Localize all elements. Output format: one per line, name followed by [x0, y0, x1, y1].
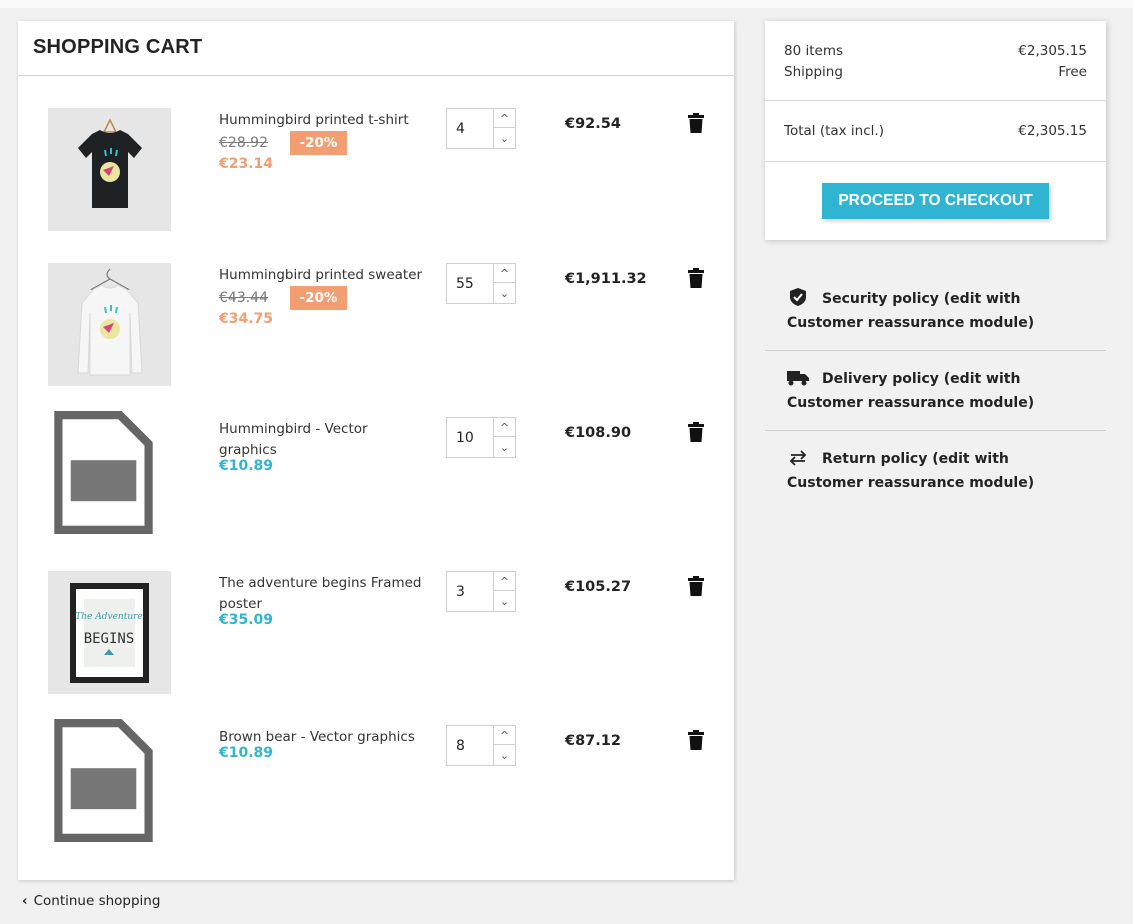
shield-check-icon: [790, 288, 806, 306]
chevron-down-icon: ⌄: [499, 748, 510, 762]
quantity-increase-button[interactable]: ^: [493, 726, 515, 745]
continue-shopping-label: Continue shopping: [33, 893, 161, 909]
regular-price: €43.44: [219, 290, 268, 306]
quantity-stepper: ^ ⌄: [446, 417, 516, 458]
reassurance-text: Security policy (edit with Customer reas…: [787, 291, 1035, 331]
quantity-input[interactable]: [447, 726, 493, 765]
cart-item: Hummingbird - Vector graphics €10.89 ^ ⌄…: [18, 411, 734, 567]
reassurance-item-return: Return policy (edit with Customer reassu…: [765, 431, 1106, 510]
product-image[interactable]: [48, 263, 171, 386]
cart-summary: 80 items €2,305.15 Shipping Free Total (…: [765, 21, 1106, 240]
quantity-decrease-button[interactable]: ⌄: [493, 745, 515, 765]
discount-badge: -20%: [290, 131, 347, 155]
price-row: €43.44 -20%: [219, 286, 347, 310]
cart-item: Brown bear - Vector graphics €10.89 ^ ⌄ …: [18, 719, 734, 875]
quantity-decrease-button[interactable]: ⌄: [493, 283, 515, 303]
quantity-input[interactable]: [447, 418, 493, 457]
quantity-increase-button[interactable]: ^: [493, 418, 515, 437]
price-row: €28.92 -20%: [219, 131, 347, 155]
line-total: €87.12: [565, 733, 621, 749]
quantity-stepper: ^ ⌄: [446, 108, 516, 149]
quantity-increase-button[interactable]: ^: [493, 264, 515, 283]
quantity-stepper: ^ ⌄: [446, 263, 516, 304]
quantity-input[interactable]: [447, 572, 493, 611]
discounted-price: €34.75: [219, 311, 274, 327]
shipping-value: Free: [1058, 64, 1087, 80]
line-total: €105.27: [565, 579, 632, 595]
chevron-up-icon: ^: [499, 111, 510, 125]
chevron-down-icon: ⌄: [499, 131, 510, 145]
file-icon: [54, 411, 153, 534]
product-image[interactable]: [48, 719, 171, 848]
total-row: Total (tax incl.) €2,305.15: [784, 121, 1087, 142]
product-name[interactable]: Hummingbird printed t-shirt: [219, 110, 424, 131]
line-total: €92.54: [565, 116, 621, 132]
items-subtotal: €2,305.15: [1018, 43, 1087, 59]
quantity-stepper: ^ ⌄: [446, 725, 516, 766]
product-name[interactable]: Hummingbird printed sweater: [219, 265, 424, 286]
product-image[interactable]: [48, 411, 171, 540]
discounted-price: €23.14: [219, 156, 274, 172]
regular-price: €28.92: [219, 135, 268, 151]
quantity-increase-button[interactable]: ^: [493, 572, 515, 591]
product-name[interactable]: The adventure begins Framed poster: [219, 573, 424, 615]
file-icon: [54, 719, 153, 842]
continue-shopping-link[interactable]: ‹ Continue shopping: [22, 893, 160, 909]
reassurance-text: Return policy (edit with Customer reassu…: [787, 451, 1035, 491]
reassurance-item-delivery: Delivery policy (edit with Customer reas…: [765, 351, 1106, 430]
cart-card: SHOPPING CART Hummingbird printed t-shir…: [18, 21, 734, 880]
quantity-increase-button[interactable]: ^: [493, 109, 515, 128]
quantity-stepper: ^ ⌄: [446, 571, 516, 612]
cart-item: Hummingbird printed t-shirt €28.92 -20% …: [18, 108, 734, 258]
total-label: Total (tax incl.): [784, 123, 884, 139]
cart-item: Hummingbird printed sweater €43.44 -20% …: [18, 263, 734, 413]
shipping-row: Shipping Free: [784, 62, 1087, 83]
summary-divider: [765, 161, 1106, 162]
svg-text:BEGINS: BEGINS: [84, 631, 135, 647]
trash-icon[interactable]: [688, 422, 704, 442]
items-count-label: 80 items: [784, 43, 844, 59]
total-value: €2,305.15: [1018, 123, 1087, 139]
swap-arrows-icon: [789, 450, 807, 466]
line-total: €108.90: [565, 425, 632, 441]
reassurance-text: Delivery policy (edit with Customer reas…: [787, 371, 1035, 411]
product-name[interactable]: Hummingbird - Vector graphics: [219, 419, 424, 461]
chevron-left-icon: ‹: [22, 893, 28, 909]
quantity-input[interactable]: [447, 264, 493, 303]
reassurance-item-security: Security policy (edit with Customer reas…: [765, 271, 1106, 350]
shipping-label: Shipping: [784, 64, 843, 80]
summary-divider: [765, 100, 1106, 101]
quantity-decrease-button[interactable]: ⌄: [493, 437, 515, 457]
chevron-up-icon: ^: [499, 420, 510, 434]
quantity-decrease-button[interactable]: ⌄: [493, 591, 515, 611]
trash-icon[interactable]: [688, 730, 704, 750]
line-total: €1,911.32: [565, 271, 647, 287]
truck-icon: [787, 371, 809, 386]
proceed-to-checkout-button[interactable]: PROCEED TO CHECKOUT: [822, 183, 1049, 219]
trash-icon[interactable]: [688, 113, 704, 133]
top-strip: [0, 0, 1133, 8]
chevron-up-icon: ^: [499, 266, 510, 280]
chevron-down-icon: ⌄: [499, 286, 510, 300]
quantity-decrease-button[interactable]: ⌄: [493, 128, 515, 148]
product-price: €10.89: [219, 745, 274, 761]
discount-badge: -20%: [290, 286, 347, 310]
chevron-up-icon: ^: [499, 574, 510, 588]
product-price: €35.09: [219, 612, 274, 628]
cart-item: The Adventure BEGINS The adventure begin…: [18, 571, 734, 721]
quantity-input[interactable]: [447, 109, 493, 148]
chevron-up-icon: ^: [499, 728, 510, 742]
trash-icon[interactable]: [688, 576, 704, 596]
svg-text:The Adventure: The Adventure: [75, 612, 143, 622]
items-count-row: 80 items €2,305.15: [784, 41, 1087, 62]
chevron-down-icon: ⌄: [499, 594, 510, 608]
product-image[interactable]: [48, 108, 171, 231]
product-price: €10.89: [219, 458, 274, 474]
cart-title: SHOPPING CART: [18, 21, 734, 76]
product-image[interactable]: The Adventure BEGINS: [48, 571, 171, 694]
reassurance-block: Security policy (edit with Customer reas…: [765, 271, 1106, 510]
chevron-down-icon: ⌄: [499, 440, 510, 454]
trash-icon[interactable]: [688, 268, 704, 288]
